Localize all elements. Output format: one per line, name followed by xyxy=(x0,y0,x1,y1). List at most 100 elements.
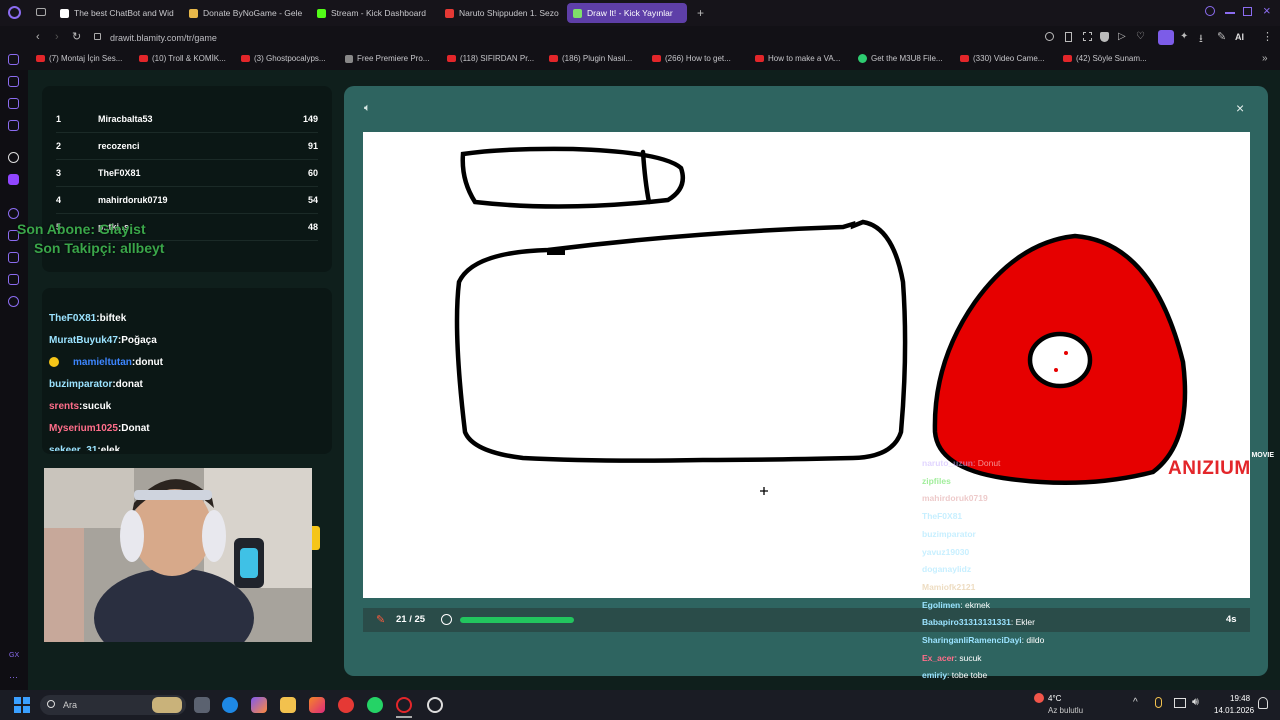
sidebar-chatgpt-icon[interactable] xyxy=(8,152,19,163)
copilot-icon[interactable] xyxy=(251,697,267,713)
bookmark-item[interactable]: (266) How to get... xyxy=(652,54,731,63)
adblock-shield-icon[interactable] xyxy=(1100,32,1109,42)
notification-icon[interactable] xyxy=(1258,697,1268,709)
youtube-icon xyxy=(241,55,250,62)
sidebar-extensions-icon[interactable] xyxy=(8,274,19,285)
edit-icon[interactable]: ✎ xyxy=(1217,30,1226,43)
bookmark-item[interactable]: Free Premiere Pro... xyxy=(345,54,429,63)
taskbar-search-box[interactable]: Ara xyxy=(40,695,186,715)
anizium-logo-sub: MOVIE xyxy=(1251,452,1274,459)
chat-username: srents xyxy=(49,401,80,412)
sidebar-settings-icon[interactable] xyxy=(8,296,19,307)
weather-temp: 4°C xyxy=(1048,694,1062,703)
search-tabs-icon[interactable] xyxy=(1205,6,1215,16)
menu-icon[interactable]: ⋮ xyxy=(1262,30,1273,43)
bookmarks-more-icon[interactable]: » xyxy=(1262,53,1268,64)
forward-button[interactable]: › xyxy=(55,31,59,43)
browser-tab[interactable]: Stream - Kick Dashboard xyxy=(311,3,433,23)
sidebar-gx-icon[interactable]: GX xyxy=(9,652,19,659)
extensions-active-icon[interactable] xyxy=(1158,30,1174,45)
sidebar-bookmarks-icon[interactable] xyxy=(8,252,19,263)
sidebar-messenger-icon[interactable] xyxy=(8,98,19,109)
youtube-icon xyxy=(960,55,969,62)
leaderboard-rank: 1 xyxy=(56,114,62,124)
sidebar-mail-icon[interactable] xyxy=(8,120,19,131)
chat-message: buzimparator:donat xyxy=(49,379,143,390)
leaderboard-row: 4 mahirdoruk0719 54 xyxy=(56,187,318,214)
clock-time[interactable]: 19:48 xyxy=(1230,694,1250,703)
leaderboard-name: Miracbalta53 xyxy=(98,114,153,124)
sidebar-history-icon[interactable] xyxy=(8,208,19,219)
drawing-canvas[interactable] xyxy=(363,132,1250,598)
chrome-icon[interactable] xyxy=(338,697,354,713)
back-button[interactable]: ‹ xyxy=(36,31,40,43)
network-icon[interactable] xyxy=(1174,698,1186,708)
play-icon[interactable]: ▷ xyxy=(1118,31,1126,42)
aria-ai-button[interactable]: AI xyxy=(1235,32,1244,42)
sidebar-twitch-icon[interactable] xyxy=(8,174,19,185)
stream-chat-line: yavuz19030: daktilo xyxy=(922,547,999,557)
screenshot-icon[interactable] xyxy=(1083,32,1092,41)
microphone-icon[interactable] xyxy=(1155,697,1162,708)
reload-button[interactable]: ↻ xyxy=(72,30,81,43)
close-window-button[interactable]: × xyxy=(1263,3,1271,18)
url-field[interactable]: drawit.blamity.com/tr/game xyxy=(90,30,1030,46)
bookmark-item[interactable]: (3) Ghostpocalyps... xyxy=(241,54,326,63)
leaderboard-name: recozenci xyxy=(98,141,140,151)
opera-gx-icon[interactable] xyxy=(396,697,412,713)
chat-text: :Poğaça xyxy=(117,335,157,346)
chat-message: Myserium1025:Donat xyxy=(49,423,150,434)
opera-logo-icon[interactable] xyxy=(8,6,21,19)
browser-tab[interactable]: The best ChatBot and Wid xyxy=(54,3,176,23)
obs-icon[interactable] xyxy=(427,697,443,713)
tray-expand-icon[interactable]: ^ xyxy=(1133,697,1138,708)
puzzle-extension-icon[interactable]: ✦ xyxy=(1180,31,1188,42)
tab-switcher-icon[interactable] xyxy=(36,8,46,16)
whatsapp-icon[interactable] xyxy=(367,697,383,713)
sidebar-home-icon[interactable] xyxy=(8,54,19,65)
edge-icon[interactable] xyxy=(222,697,238,713)
stream-chat-line: TheF0X81: yarr xyxy=(922,511,982,521)
anizium-logo-text: ANIZIUM xyxy=(1168,458,1251,479)
instagram-icon[interactable] xyxy=(309,697,325,713)
browser-tab[interactable]: Donate ByNoGame - Gele xyxy=(183,3,305,23)
chat-text: :donat xyxy=(112,379,143,390)
page-icon xyxy=(345,54,353,63)
windows-taskbar xyxy=(0,690,1280,720)
bookmark-item[interactable]: (42) Söyle Sunam... xyxy=(1063,54,1147,63)
stream-chat-line: Babapiro31313131331: Ekler xyxy=(922,617,1035,627)
stream-chat-username: mahirdoruk0719 xyxy=(922,493,988,504)
clock-date[interactable]: 14.01.2026 xyxy=(1214,706,1254,715)
sound-icon[interactable]: 🔈︎ xyxy=(364,102,371,115)
download-icon[interactable]: ⭳ xyxy=(1199,30,1203,49)
zoom-icon[interactable] xyxy=(1045,32,1054,41)
bookmark-item[interactable]: (10) Troll & KOMİK... xyxy=(139,54,226,63)
bookmark-item[interactable]: (186) Plugin Nasıl... xyxy=(549,54,632,63)
browser-tab[interactable]: Draw It! - Kick Yayınlar xyxy=(567,3,687,23)
chat-username: mamieltutan xyxy=(73,357,132,368)
bookmark-item[interactable]: How to make a VA... xyxy=(755,54,840,63)
file-explorer-icon[interactable] xyxy=(280,697,296,713)
player-icon[interactable]: ♡ xyxy=(1136,31,1145,42)
browser-tab[interactable]: Naruto Shippuden 1. Sezo xyxy=(439,3,561,23)
share-icon[interactable] xyxy=(1065,32,1072,42)
volume-icon[interactable]: 🔊︎ xyxy=(1192,696,1199,709)
last-subscriber-overlay: Son Abone: Giayist xyxy=(17,221,146,237)
leaderboard-score: 48 xyxy=(307,222,318,232)
minimize-button[interactable] xyxy=(1225,12,1235,14)
sidebar-more-icon[interactable]: ··· xyxy=(9,672,18,682)
new-tab-button[interactable]: + xyxy=(697,6,704,20)
bookmark-item[interactable]: (7) Montaj İçin Ses... xyxy=(36,54,122,63)
chat-username: buzimparator xyxy=(49,379,113,390)
windows-start-button[interactable] xyxy=(14,697,30,713)
bookmark-item[interactable]: Get the M3U8 File... xyxy=(858,54,943,63)
task-view-icon[interactable] xyxy=(194,697,210,713)
maximize-button[interactable] xyxy=(1243,7,1252,16)
bookmark-item[interactable]: (330) Video Came... xyxy=(960,54,1044,63)
close-game-button[interactable]: × xyxy=(1236,100,1244,116)
tab-favicon-icon xyxy=(317,8,326,18)
bookmark-item[interactable]: (118) SIFIRDAN Pr... xyxy=(447,54,534,63)
stream-chat-username: doganaylidz xyxy=(922,564,972,575)
stream-chat-text: : Ekler xyxy=(1010,617,1035,628)
sidebar-flow-icon[interactable] xyxy=(8,76,19,87)
